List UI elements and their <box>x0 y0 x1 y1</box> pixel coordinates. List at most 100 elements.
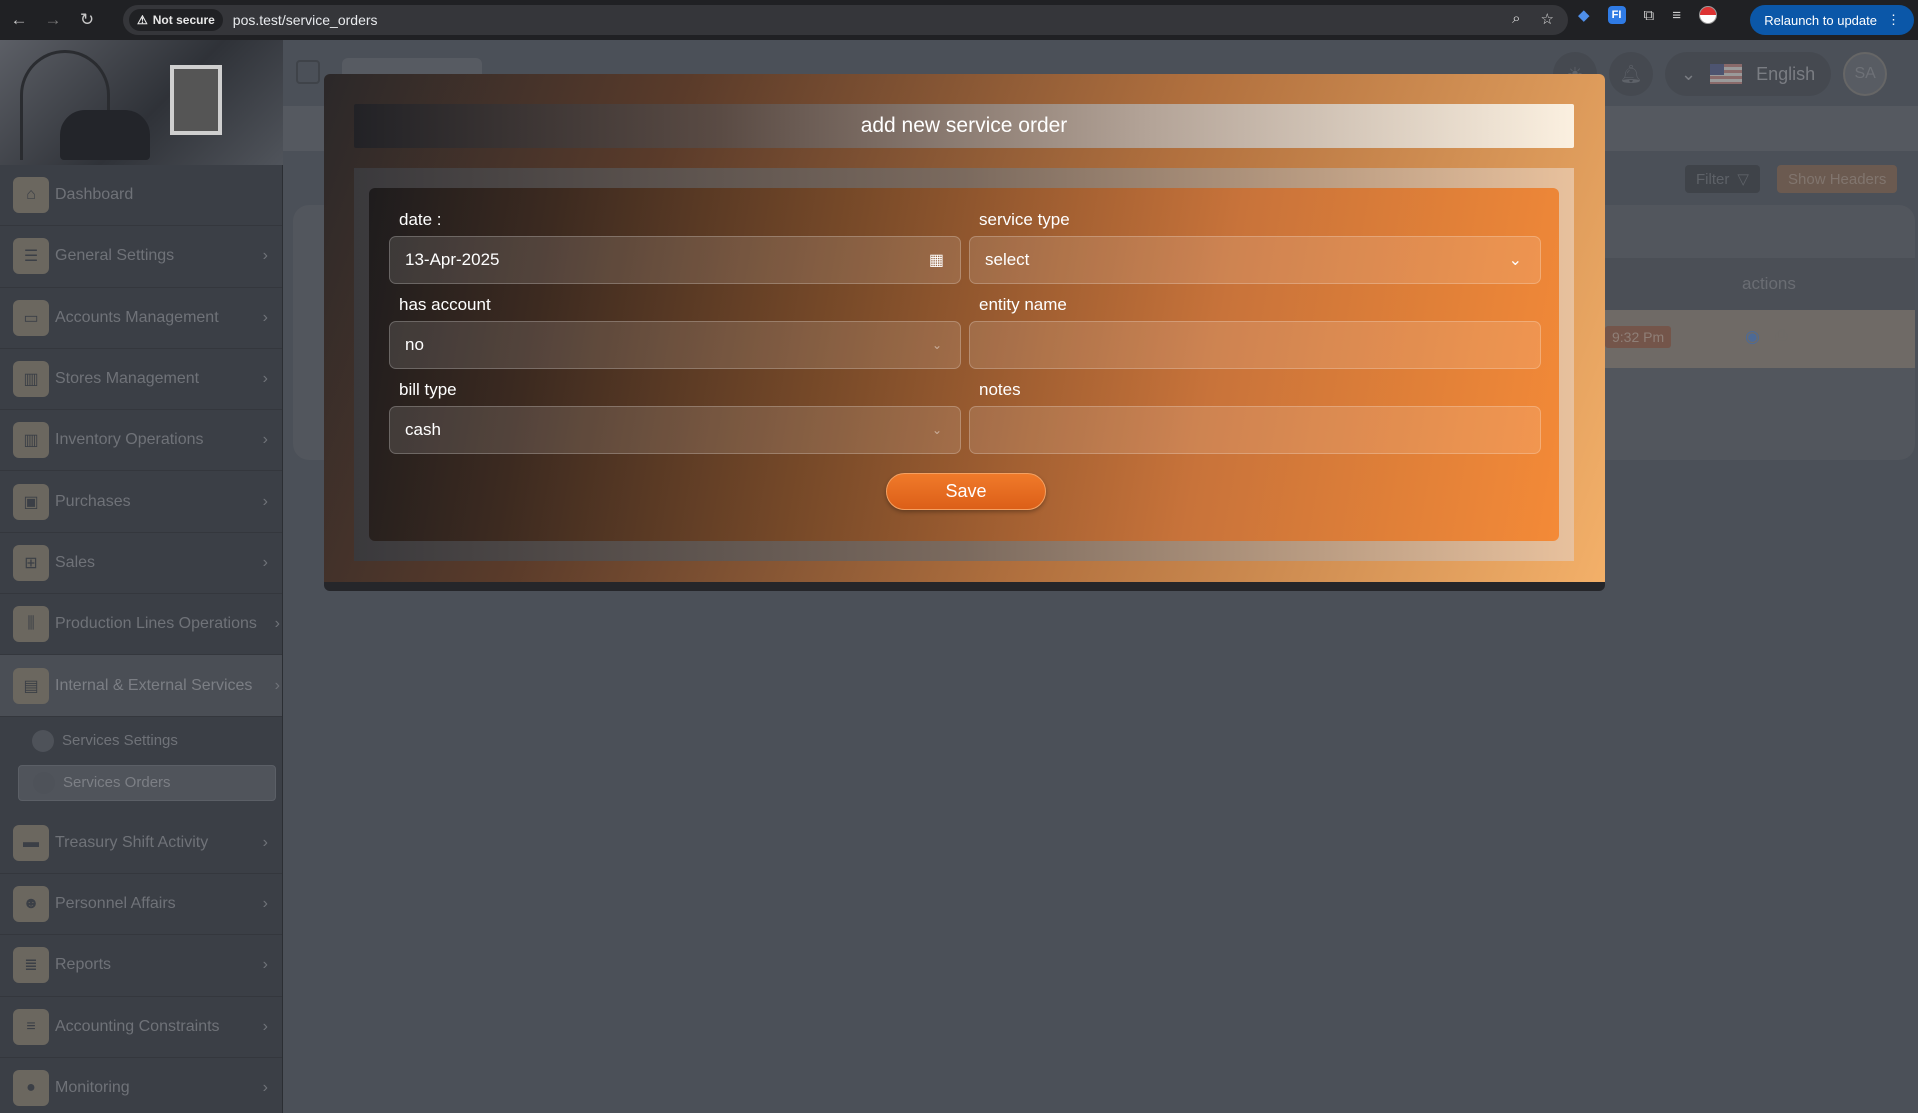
circle-icon <box>32 729 54 752</box>
modal-body: date : 13-Apr-2025 ▦ service type select… <box>354 168 1574 561</box>
notes-label: notes <box>979 380 1021 399</box>
sidebar-item-personnel-affairs[interactable]: ☻ Personnel Affairs › <box>0 874 282 936</box>
security-label: Not secure <box>152 13 215 27</box>
calendar-icon[interactable]: ▦ <box>929 250 944 270</box>
sidebar-item-production-lines-operations[interactable]: ⫼ Production Lines Operations › <box>0 594 282 656</box>
sidebar-item-label: Accounting Constraints <box>55 1017 220 1035</box>
bill-type-value: cash <box>405 420 441 439</box>
sidebar-item-monitoring[interactable]: ● Monitoring › <box>0 1058 282 1113</box>
chevron-down-icon: ⌄ <box>1508 252 1522 269</box>
bill-type-label: bill type <box>399 380 457 399</box>
media-control-icon[interactable]: ≡ <box>1672 7 1681 24</box>
bag-icon: ▣ <box>13 483 49 520</box>
sidebar-item-purchases[interactable]: ▣ Purchases › <box>0 471 282 533</box>
sidebar-item-label: General Settings <box>55 247 175 265</box>
home-icon: ⌂ <box>13 177 49 214</box>
service-type-select[interactable]: select ⌄ <box>969 236 1541 284</box>
address-bar[interactable]: ⚠ Not secure pos.test/service_orders ⌕ ☆ <box>123 5 1568 35</box>
building-icon: ▥ <box>13 361 49 398</box>
sidebar-item-reports[interactable]: ≣ Reports › <box>0 935 282 997</box>
circle-icon: ● <box>13 1070 49 1106</box>
chevron-right-icon: › <box>274 615 280 633</box>
language-selector[interactable]: ⌄ English <box>1665 52 1832 96</box>
date-field[interactable]: 13-Apr-2025 ▦ <box>389 236 961 284</box>
avatar[interactable]: SA <box>1843 52 1888 96</box>
chevron-right-icon: › <box>262 1079 268 1096</box>
chevron-right-icon: › <box>262 247 268 265</box>
sidebar-item-internal-external-services[interactable]: ▤ Internal & External Services › <box>0 655 282 717</box>
chevron-right-icon: › <box>262 492 268 510</box>
chevron-down-icon: ⌄ <box>931 423 942 437</box>
eye-icon[interactable]: ◉ <box>1745 327 1760 347</box>
date-label: date : <box>399 210 442 229</box>
building-icon: ▥ <box>13 422 49 459</box>
modal-title: add new service order <box>354 104 1574 148</box>
us-flag-icon <box>1710 64 1743 84</box>
sidebar-item-treasury-shift-activity[interactable]: ▬ Treasury Shift Activity › <box>0 813 282 874</box>
sidebar-subitem-services-orders[interactable]: Services Orders <box>18 764 276 801</box>
has-account-value: no <box>405 335 424 354</box>
sidebar-item-dashboard[interactable]: ⌂ Dashboard <box>0 165 282 227</box>
security-chip[interactable]: ⚠ Not secure <box>129 9 223 31</box>
relaunch-button[interactable]: Relaunch to update ⋮ <box>1750 5 1914 35</box>
relaunch-label: Relaunch to update <box>1764 12 1877 28</box>
sidebar-item-stores-management[interactable]: ▥ Stores Management › <box>0 349 282 411</box>
save-button[interactable]: Save <box>886 473 1046 510</box>
sidebar-banner-image <box>0 40 283 165</box>
sidebar-toggle-icon[interactable] <box>296 60 320 84</box>
chevron-right-icon: › <box>262 431 268 449</box>
sidebar-subitem-services-settings[interactable]: Services Settings <box>18 723 276 759</box>
sliders-icon: ☰ <box>13 238 49 275</box>
more-menu-icon[interactable]: ⋮ <box>1887 12 1900 28</box>
sidebar-item-label: Reports <box>55 956 112 974</box>
url-text[interactable]: pos.test/service_orders <box>233 12 378 28</box>
warning-icon: ⚠ <box>137 13 148 27</box>
sidebar: ⌂ Dashboard ☰ General Settings › ▭ Accou… <box>0 40 283 1113</box>
has-account-select[interactable]: no ⌄ <box>389 321 961 369</box>
filter-label: Filter <box>1696 170 1730 188</box>
sidebar-item-accounts-management[interactable]: ▭ Accounts Management › <box>0 288 282 349</box>
cart-icon: ⊞ <box>13 544 49 581</box>
extension-icon[interactable]: ◆ <box>1578 6 1590 24</box>
sidebar-item-label: Dashboard <box>55 186 134 204</box>
chevron-down-icon: ⌄ <box>1681 63 1697 84</box>
chevron-right-icon: › <box>262 895 268 913</box>
back-icon[interactable]: ← <box>4 5 34 35</box>
sidebar-item-inventory-operations[interactable]: ▥ Inventory Operations › <box>0 410 282 472</box>
extensions-puzzle-icon[interactable]: ⧉ <box>1644 7 1655 24</box>
language-label: English <box>1756 63 1816 84</box>
forward-icon[interactable]: → <box>38 5 68 35</box>
entity-name-input[interactable] <box>969 321 1541 369</box>
funnel-icon: ▽ <box>1737 171 1749 188</box>
chevron-right-icon: › <box>262 1017 268 1035</box>
sidebar-submenu: Services Settings Services Orders <box>0 717 282 813</box>
notification-bell-icon[interactable]: 🔔︎ <box>1609 52 1653 96</box>
printer-icon[interactable]: ⎙ <box>1775 327 1788 345</box>
show-headers-button[interactable]: Show Headers <box>1777 165 1898 193</box>
list-icon: ≡ <box>13 1008 49 1045</box>
services-icon: ▤ <box>13 667 49 704</box>
column-header-actions: actions <box>1742 274 1796 293</box>
profile-icon[interactable] <box>1699 6 1718 24</box>
notes-input[interactable] <box>969 406 1541 454</box>
service-order-form: date : 13-Apr-2025 ▦ service type select… <box>369 188 1559 541</box>
reload-icon[interactable]: ↻ <box>72 5 102 35</box>
filter-button[interactable]: Filter ▽ <box>1685 165 1760 193</box>
extension-fi-icon[interactable]: FI <box>1607 6 1626 24</box>
sidebar-item-general-settings[interactable]: ☰ General Settings › <box>0 226 282 288</box>
sidebar-item-accounting-constraints[interactable]: ≡ Accounting Constraints › <box>0 997 282 1058</box>
time-badge: 9:32 Pm <box>1605 326 1672 348</box>
date-value: 13-Apr-2025 <box>405 250 500 269</box>
card-icon: ▬ <box>13 824 49 861</box>
entity-name-label: entity name <box>979 295 1067 314</box>
bookmark-star-icon[interactable]: ☆ <box>1541 10 1554 28</box>
sidebar-item-label: Production Lines Operations <box>55 615 257 633</box>
bill-type-select[interactable]: cash ⌄ <box>389 406 961 454</box>
sidebar-subitem-label: Services Orders <box>63 774 171 792</box>
zoom-icon[interactable]: ⌕ <box>1512 10 1520 28</box>
sidebar-item-sales[interactable]: ⊞ Sales › <box>0 533 282 595</box>
chevron-right-icon: › <box>262 956 268 974</box>
chevron-right-icon: › <box>262 833 268 851</box>
sidebar-item-label: Purchases <box>55 492 131 510</box>
chevron-down-icon: ⌄ <box>931 338 942 352</box>
